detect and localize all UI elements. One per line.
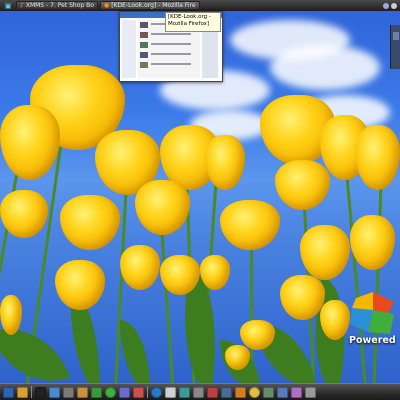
task-label: [KDE-Look.org] - Mozilla Fire <box>111 2 196 9</box>
tulip-flower <box>300 225 350 280</box>
display-icon[interactable] <box>277 386 288 398</box>
dock-separator <box>147 386 148 398</box>
xmms-icon: ♪ <box>20 2 24 9</box>
task-label: XMMS - 7. Pet Shop Bo <box>25 2 94 9</box>
image-viewer-icon[interactable] <box>133 386 144 398</box>
tulip-flower <box>205 135 245 190</box>
powered-logo-icon <box>350 292 394 334</box>
tulip-flower <box>0 105 60 180</box>
tulip-flower <box>0 295 22 335</box>
tooltip-line: [KDE-Look.org - <box>168 14 211 20</box>
editor-icon[interactable] <box>235 386 246 398</box>
disk-icon[interactable] <box>305 386 316 398</box>
tray-icon[interactable] <box>391 2 397 9</box>
sound-icon[interactable] <box>291 386 302 398</box>
tulip-stem <box>345 169 368 390</box>
home-folder-icon[interactable] <box>17 386 28 398</box>
tulip-flower <box>60 195 120 250</box>
tulip-flower <box>135 180 190 235</box>
task-firefox[interactable]: ● [KDE-Look.org] - Mozilla Fire <box>100 1 200 10</box>
terminal-icon[interactable] <box>35 386 46 398</box>
bottom-dock <box>0 383 400 400</box>
tulip-flower <box>220 200 280 250</box>
tulip-flower <box>355 125 400 190</box>
mail-icon[interactable] <box>165 386 176 398</box>
trash-icon[interactable] <box>263 386 274 398</box>
tulip-stem <box>372 169 383 390</box>
network-icon[interactable] <box>119 386 130 398</box>
screenshot-icon[interactable] <box>221 386 232 398</box>
top-taskbar: ▣ ♪ XMMS - 7. Pet Shop Bo ● [KDE-Look.or… <box>0 0 400 11</box>
tulip-flower <box>0 190 48 238</box>
tulip-flower <box>350 215 395 270</box>
tray-icon[interactable] <box>383 2 389 9</box>
konqueror-icon[interactable] <box>49 386 60 398</box>
tulip-flower <box>200 255 230 290</box>
tulip-flower <box>55 260 105 310</box>
tools-icon[interactable] <box>193 386 204 398</box>
dock-separator <box>31 386 32 398</box>
tulip-leaf <box>120 320 150 390</box>
preview-tooltip: [KDE-Look.org - Mozilla Firefox] <box>165 12 221 32</box>
chat-icon[interactable] <box>105 386 116 398</box>
music-icon[interactable] <box>179 386 190 398</box>
media-player-icon[interactable] <box>91 386 102 398</box>
folder-icon[interactable] <box>77 386 88 398</box>
tulip-flower <box>120 245 160 290</box>
kde-menu-icon[interactable] <box>3 386 14 398</box>
tooltip-line: Mozilla Firefox] <box>168 21 210 27</box>
partial-window-detail <box>393 32 399 40</box>
system-settings-icon[interactable] <box>63 386 74 398</box>
system-tray <box>383 2 400 9</box>
calendar-icon[interactable] <box>207 386 218 398</box>
firefox-icon: ● <box>104 2 110 9</box>
powered-label: Powered <box>349 335 396 346</box>
tulip-flower <box>275 160 330 210</box>
globe-icon[interactable] <box>151 386 162 398</box>
cloud <box>270 45 380 90</box>
clock-icon[interactable] <box>249 386 260 398</box>
task-xmms[interactable]: ♪ XMMS - 7. Pet Shop Bo <box>16 1 98 10</box>
window-list-icon[interactable]: ▣ <box>0 0 16 11</box>
tulip-stem <box>160 224 175 390</box>
